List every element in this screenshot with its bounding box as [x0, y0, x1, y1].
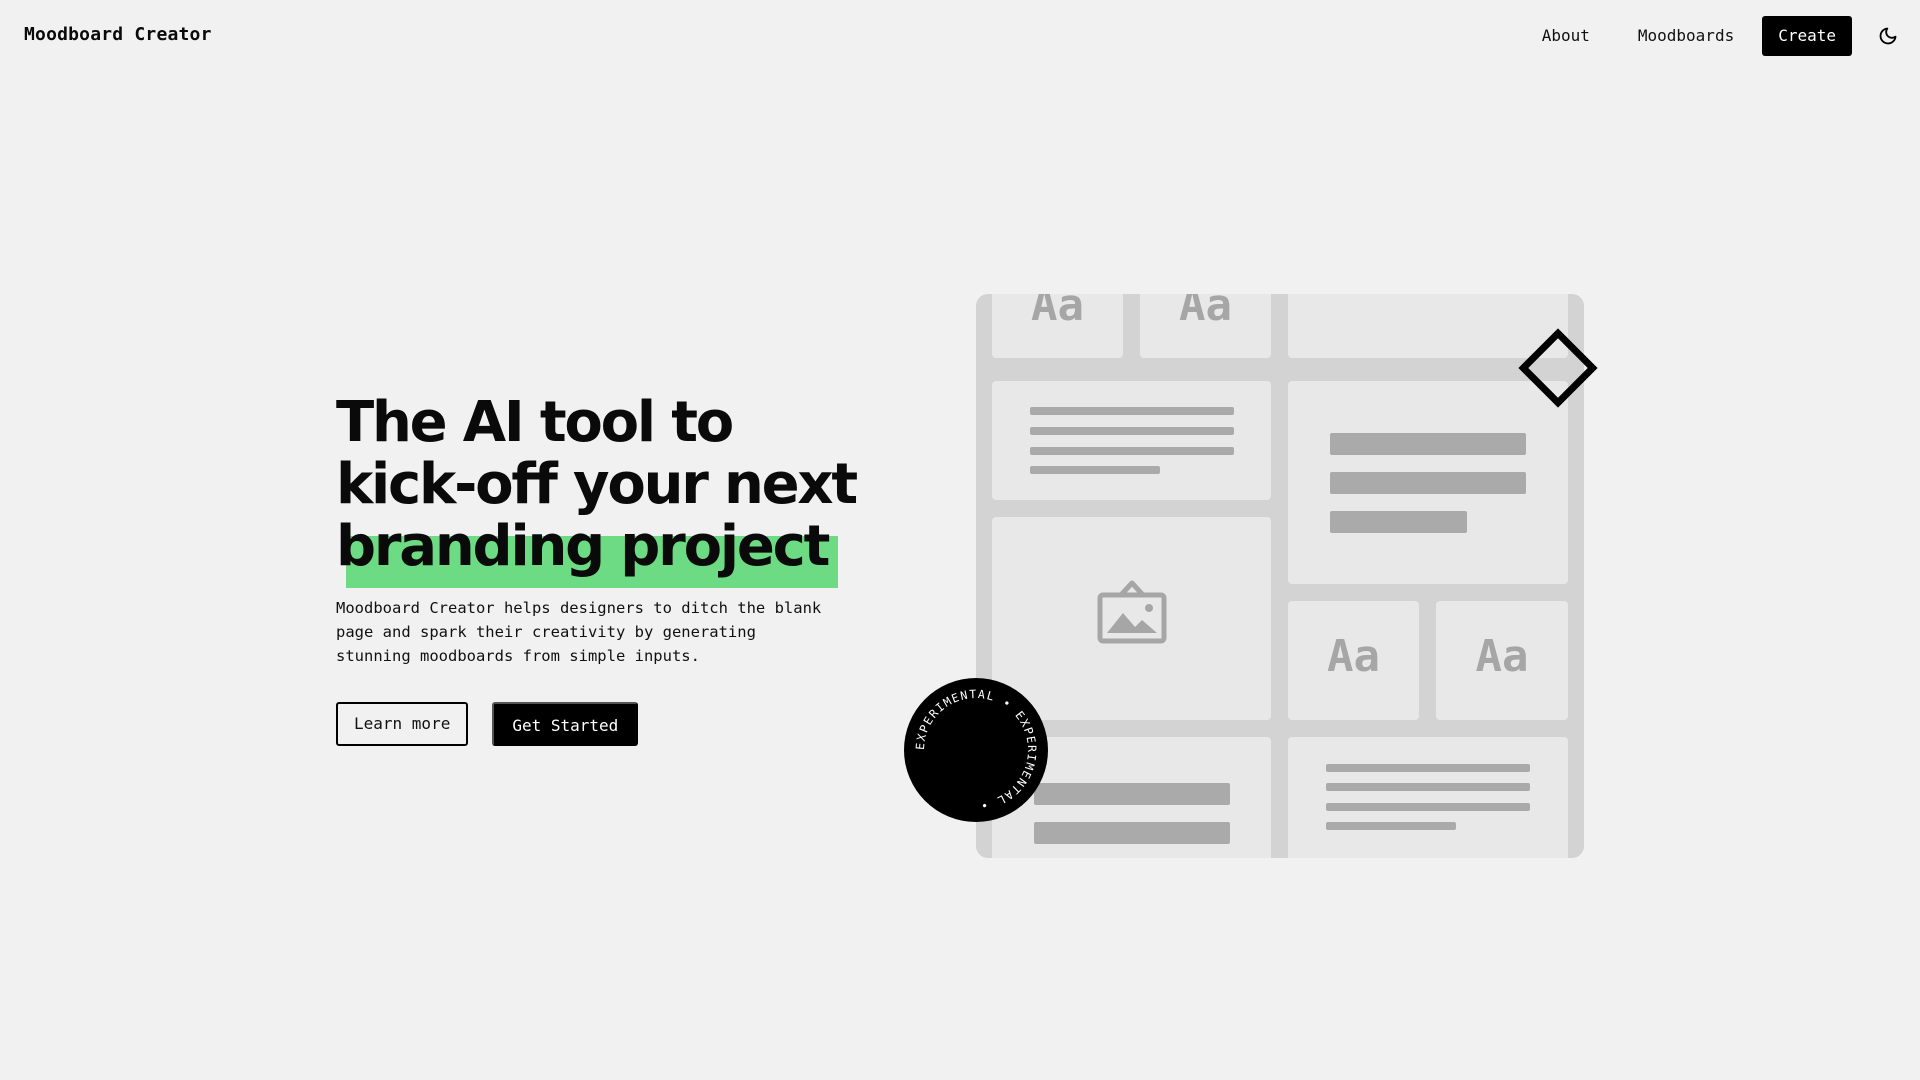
moodboard-illustration: Aa Aa Aa Aa [976, 294, 1584, 858]
type-sample: Aa [1031, 294, 1084, 331]
type-tile: Aa [1288, 601, 1419, 720]
type-tile: Aa [1140, 294, 1271, 358]
main-nav: About Moodboards Create [1518, 16, 1900, 56]
moon-icon [1879, 27, 1897, 45]
theme-toggle-button[interactable] [1876, 24, 1900, 48]
type-sample: Aa [1327, 631, 1380, 682]
text-tile [992, 381, 1271, 500]
hero-section: The AI tool to kick-off your next brandi… [336, 390, 858, 746]
heading-bar [1034, 822, 1230, 844]
hero-headline: The AI tool to kick-off your next brandi… [336, 390, 858, 588]
image-icon [1097, 580, 1167, 644]
text-line [1030, 466, 1160, 474]
nav-about[interactable]: About [1518, 16, 1614, 56]
brand-logo[interactable]: Moodboard Creator [24, 24, 212, 45]
text-line [1326, 803, 1530, 811]
text-line [1326, 783, 1530, 791]
text-line [1030, 427, 1234, 435]
type-sample: Aa [1179, 294, 1232, 331]
text-line [1030, 447, 1234, 455]
hero-buttons: Learn more Get Started [336, 702, 856, 746]
text-tile [1288, 737, 1568, 858]
type-tile: Aa [1436, 601, 1568, 720]
heading-bar [1330, 472, 1526, 494]
headline-line-1: The AI tool to [336, 390, 734, 455]
heading-tile [1288, 381, 1568, 584]
type-sample: Aa [1475, 631, 1529, 682]
type-tile: Aa [992, 294, 1123, 358]
hero-description: Moodboard Creator helps designers to dit… [336, 599, 822, 665]
heading-bar [1330, 511, 1467, 533]
experimental-badge: EXPERIMENTAL • EXPERIMENTAL • [904, 678, 1048, 822]
text-line [1326, 764, 1530, 772]
get-started-button[interactable]: Get Started [492, 702, 639, 746]
blank-tile [1288, 294, 1568, 358]
headline-line-2: kick-off your next [336, 452, 858, 517]
nav-moodboards[interactable]: Moodboards [1614, 16, 1758, 56]
text-line [1326, 822, 1456, 830]
heading-bar [1330, 433, 1526, 455]
create-button[interactable]: Create [1762, 16, 1852, 56]
learn-more-button[interactable]: Learn more [336, 702, 469, 746]
headline-highlight: branding project [336, 514, 839, 588]
text-line [1030, 407, 1234, 415]
heading-bar [1034, 783, 1230, 805]
